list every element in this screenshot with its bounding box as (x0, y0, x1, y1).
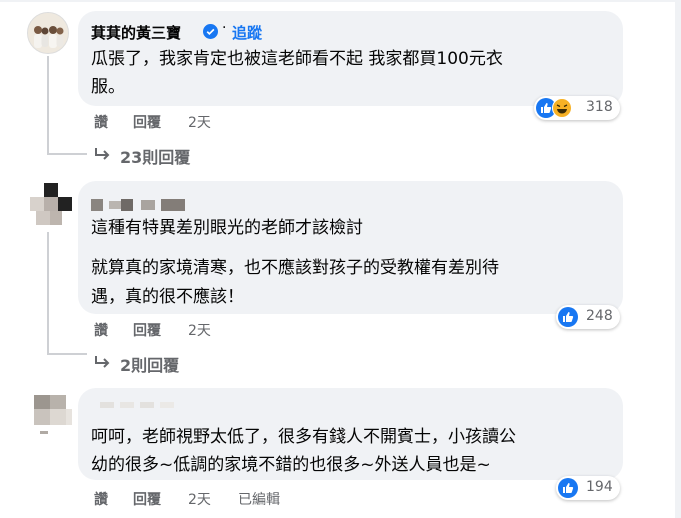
view-replies[interactable]: 2則回覆 (94, 352, 234, 375)
like-action[interactable]: 讚 (94, 112, 108, 132)
separator-dot: · (222, 20, 227, 36)
right-scroll-gutter (675, 0, 681, 518)
comment-author[interactable]: 萁萁的黃三寶 (91, 22, 181, 43)
replies-label: 23則回覆 (120, 148, 191, 167)
timestamp[interactable]: 2天 (188, 489, 211, 509)
blurred-avatar-icon (30, 183, 72, 225)
reaction-summary[interactable]: 318 (534, 96, 620, 120)
replies-label: 2則回覆 (120, 356, 180, 375)
comment-actions: 讚 回覆 2天 (94, 112, 294, 132)
reaction-count: 248 (586, 308, 613, 324)
view-replies[interactable]: 23則回覆 (94, 144, 234, 167)
verified-badge-icon (203, 24, 218, 39)
comment-text-line: 就算真的家境清寒，也不應該對孩子的受教權有差別待 (91, 258, 499, 278)
comment-text-line: 呵呵，老師視野太低了，很多有錢人不開賓士，小孩讀公 (91, 427, 516, 447)
avatar[interactable] (27, 12, 69, 54)
avatar[interactable] (30, 183, 74, 227)
reply-action[interactable]: 回覆 (133, 112, 161, 132)
author-name-redacted[interactable] (100, 400, 178, 410)
like-action[interactable]: 讚 (94, 320, 108, 340)
thread-line (47, 56, 49, 154)
comment-text-line: 幼的很多~低調的家境不錯的也很多~外送人員也是~ (91, 455, 491, 475)
reaction-count: 194 (586, 479, 613, 495)
avatar[interactable] (30, 395, 74, 439)
comment-text-line: 瓜張了，我家肯定也被這老師看不起 我家都買100元衣 (91, 49, 503, 69)
comment-text-line: 這種有特異差別眼光的老師才該檢討 (91, 218, 363, 238)
like-reaction-icon (558, 307, 578, 327)
follow-link[interactable]: 追蹤 (232, 22, 262, 43)
edited-label[interactable]: 已編輯 (238, 489, 280, 509)
avatar-photo-icon (28, 13, 68, 53)
reply-action[interactable]: 回覆 (133, 489, 161, 509)
comment-text-line: 服。 (91, 77, 125, 97)
author-name-redacted[interactable] (91, 197, 186, 211)
reaction-summary[interactable]: 248 (556, 305, 620, 329)
like-action[interactable]: 讚 (94, 489, 108, 509)
comment-actions: 讚 回覆 2天 (94, 320, 294, 340)
top-border (0, 0, 681, 2)
haha-reaction-icon (552, 98, 572, 118)
timestamp[interactable]: 2天 (188, 320, 211, 340)
timestamp[interactable]: 2天 (188, 112, 211, 132)
like-reaction-icon (558, 478, 578, 498)
thread-branch (47, 153, 87, 155)
reaction-count: 318 (586, 99, 613, 115)
reply-action[interactable]: 回覆 (133, 320, 161, 340)
comment-actions: 讚 回覆 2天 已編輯 (94, 489, 324, 509)
thread-line (47, 232, 49, 354)
comment-text-line: 遇，真的很不應該！ (91, 287, 244, 307)
reaction-summary[interactable]: 194 (556, 476, 620, 500)
thread-branch (47, 353, 87, 355)
reply-arrow-icon (95, 148, 110, 160)
reply-arrow-icon (95, 356, 110, 368)
blurred-avatar-icon (34, 395, 72, 434)
